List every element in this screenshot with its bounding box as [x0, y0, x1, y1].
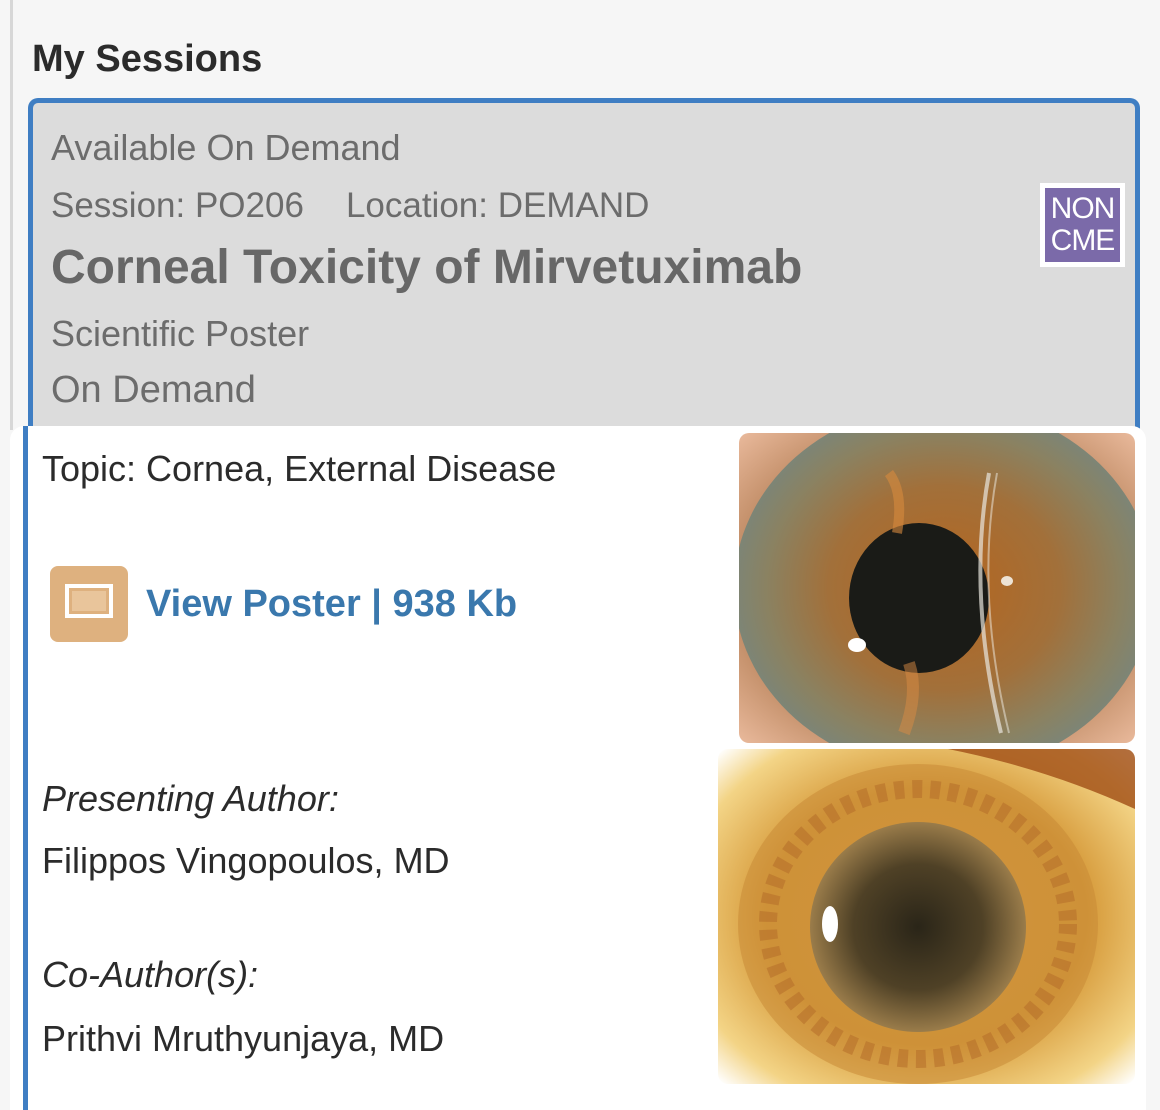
session-details: Topic: Cornea, External Disease View Pos… — [10, 426, 1146, 1110]
badge-line-2: CME — [1050, 224, 1116, 257]
coauthors-names: Prithvi Mruthyunjaya, MD — [42, 1018, 445, 1059]
details-accent-rule — [23, 426, 28, 1110]
poster-icon — [50, 566, 128, 642]
session-meta: Session: PO206 Location: DEMAND — [51, 186, 649, 226]
view-poster-link[interactable]: View Poster | 938 Kb — [50, 566, 517, 642]
session-location: Location: DEMAND — [345, 186, 650, 225]
coauthors-label: Co-Author(s): — [42, 954, 259, 995]
session-card[interactable]: Available On Demand Session: PO206 Locati… — [28, 98, 1140, 438]
slit-lamp-photo-2 — [718, 749, 1135, 1084]
slit-lamp-photo-1 — [739, 433, 1135, 743]
availability-text: Available On Demand — [51, 127, 401, 168]
view-poster-label: View Poster | 938 Kb — [146, 582, 518, 625]
session-title: Corneal Toxicity of Mirvetuximab — [51, 241, 803, 294]
left-rule — [10, 0, 13, 430]
badge-line-1: NON — [1050, 192, 1116, 225]
non-cme-badge-label: NON CME — [1045, 188, 1120, 262]
session-type: Scientific Poster — [51, 313, 310, 354]
presenting-author-name: Filippos Vingopoulos, MD — [42, 840, 450, 881]
topic-text: Topic: Cornea, External Disease — [42, 448, 557, 489]
presenting-author-label: Presenting Author: — [42, 778, 339, 819]
non-cme-badge: NON CME — [1040, 183, 1125, 267]
session-mode: On Demand — [51, 369, 256, 411]
session-page: My Sessions Available On Demand Session:… — [0, 0, 1160, 1110]
session-id: Session: PO206 — [51, 186, 304, 225]
page-title: My Sessions — [32, 38, 263, 80]
